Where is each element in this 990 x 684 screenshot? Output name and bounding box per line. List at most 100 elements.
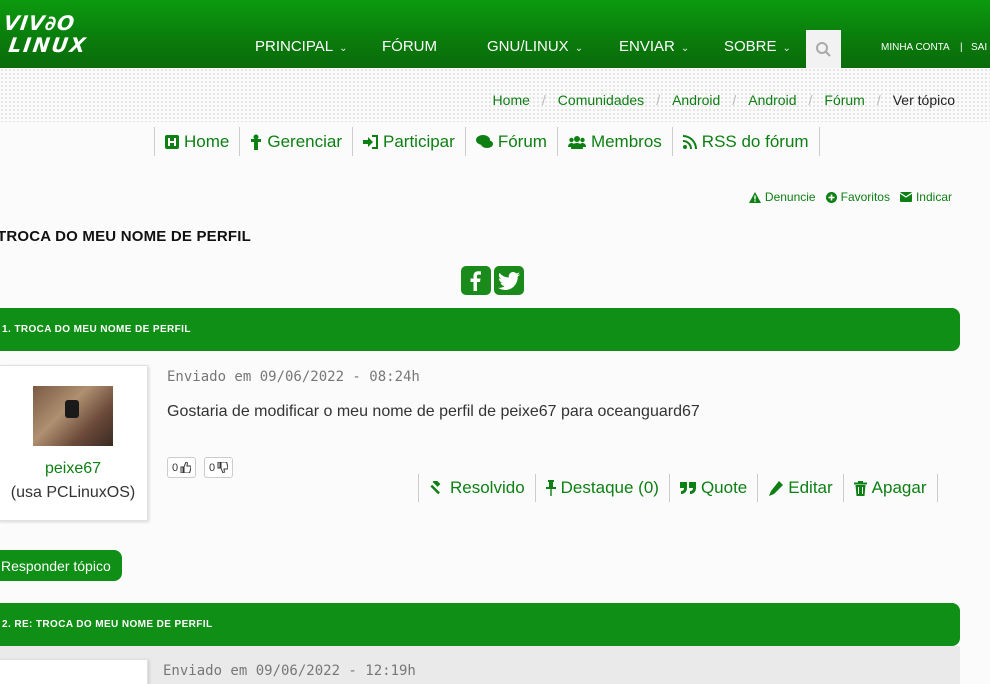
social-share (461, 266, 524, 295)
thumbs-up-icon (180, 462, 192, 473)
nav-principal-label: PRINCIPAL (255, 38, 334, 55)
community-menu: Home Gerenciar Participar Fórum Membros … (154, 127, 820, 156)
facebook-share-button[interactable] (461, 266, 491, 295)
community-menu-rss-label: RSS do fórum (701, 131, 809, 151)
pin-icon (545, 480, 556, 496)
chevron-down-icon: ⌄ (680, 43, 690, 54)
edit-label: Editar (788, 478, 833, 497)
twitter-icon (498, 271, 520, 290)
manage-icon (251, 134, 262, 150)
quote-label: Quote (700, 478, 748, 497)
users-icon (567, 135, 586, 149)
envelope-icon (899, 192, 912, 202)
search-icon (816, 42, 831, 57)
topic-actions: Denuncie Favoritos Indicar (748, 190, 952, 204)
delete-label: Apagar (871, 478, 927, 497)
nav-sobre[interactable]: SOBRE ⌄ (724, 38, 791, 55)
author-distro: (usa PCLinuxOS) (10, 484, 136, 501)
breadcrumb-android-category[interactable]: Android (672, 92, 720, 108)
comments-icon (475, 134, 493, 148)
top-navigation-bar: VIV∂O LINUX PRINCIPAL ⌄ FÓRUM GNU/LINUX ⌄ … (0, 0, 990, 68)
gavel-icon (430, 480, 441, 494)
community-menu-home-label: Home (184, 131, 230, 151)
svg-text:VIV∂O: VIV∂O (4, 11, 77, 35)
dislike-button[interactable]: 0 (204, 457, 234, 478)
twitter-share-button[interactable] (494, 266, 524, 295)
nav-sobre-label: SOBRE (724, 38, 777, 55)
breadcrumb-separator: / (732, 92, 737, 108)
breadcrumb-android-community[interactable]: Android (748, 92, 796, 108)
home-icon (165, 134, 179, 149)
solved-label: Resolvido (450, 478, 525, 497)
plus-circle-icon (825, 191, 837, 203)
breadcrumb-comunidades[interactable]: Comunidades (558, 92, 644, 108)
breadcrumb: Home / Comunidades / Android / Android /… (493, 92, 955, 108)
share-link[interactable]: Indicar (899, 190, 952, 204)
like-button[interactable]: 0 (167, 457, 197, 478)
nav-forum[interactable]: FÓRUM (382, 38, 437, 55)
post-body: Gostaria de modificar o meu nome de perf… (167, 403, 700, 420)
nav-forum-label: FÓRUM (382, 38, 437, 55)
post-header: 1. TROCA DO MEU NOME DE PERFIL (0, 308, 960, 351)
highlight-button[interactable]: Destaque (0) (534, 474, 669, 502)
top-separator: | (960, 42, 963, 53)
post-header: 2. RE: TROCA DO MEU NOME DE PERFIL (0, 603, 960, 646)
reply-topic-button[interactable]: Responder tópico (0, 550, 122, 581)
breadcrumb-separator: / (876, 92, 881, 108)
warning-icon (748, 191, 761, 203)
breadcrumb-home[interactable]: Home (493, 92, 530, 108)
author-card (0, 659, 148, 684)
chevron-down-icon: ⌄ (339, 43, 348, 54)
community-menu-participar-label: Participar (383, 131, 455, 151)
community-menu-participar[interactable]: Participar (352, 127, 465, 156)
rss-icon (682, 134, 697, 149)
edit-button[interactable]: Editar (757, 474, 842, 502)
author-name[interactable]: peixe67 (0, 460, 147, 478)
sign-in-icon (363, 134, 378, 149)
topic-title: TROCA DO MEU NOME DE PERFIL (0, 228, 252, 245)
post-actions: Resolvido Destaque (0) Quote Editar Apag… (418, 474, 938, 502)
community-menu-forum[interactable]: Fórum (464, 127, 557, 156)
report-link[interactable]: Denuncie (748, 190, 816, 204)
dislike-count: 0 (209, 461, 216, 474)
favorites-link[interactable]: Favoritos (825, 190, 890, 204)
trash-icon (853, 480, 867, 496)
breadcrumb-separator: / (541, 92, 546, 108)
avatar[interactable] (33, 386, 113, 446)
community-menu-rss[interactable]: RSS do fórum (671, 127, 820, 156)
quote-icon (679, 482, 696, 494)
nav-principal[interactable]: PRINCIPAL ⌄ (255, 38, 347, 55)
favorites-label: Favoritos (840, 190, 890, 204)
breadcrumb-separator: / (656, 92, 661, 108)
community-menu-membros-label: Membros (590, 131, 662, 151)
report-label: Denuncie (764, 190, 816, 204)
pencil-icon (769, 480, 784, 496)
logout-link[interactable]: SAI (971, 42, 987, 53)
community-menu-home[interactable]: Home (154, 127, 239, 156)
quote-button[interactable]: Quote (668, 474, 757, 502)
community-menu-membros[interactable]: Membros (556, 127, 672, 156)
post-date: Enviado em 09/06/2022 - 08:24h (167, 369, 420, 385)
breadcrumb-current: Ver tópico (892, 92, 955, 108)
nav-enviar[interactable]: ENVIAR ⌄ (619, 38, 689, 55)
community-menu-gerenciar[interactable]: Gerenciar (239, 127, 352, 156)
chevron-down-icon: ⌄ (574, 43, 584, 54)
thumbs-down-icon (217, 462, 229, 473)
nav-enviar-label: ENVIAR (619, 38, 675, 55)
vivaolinux-logo[interactable]: VIV∂O LINUX (4, 8, 96, 56)
nav-gnu-linux-label: GNU/LINUX (487, 38, 569, 55)
nav-gnu-linux[interactable]: GNU/LINUX ⌄ (487, 38, 583, 55)
delete-button[interactable]: Apagar (842, 474, 938, 502)
like-count: 0 (172, 461, 179, 474)
community-menu-gerenciar-label: Gerenciar (267, 131, 342, 151)
my-account-link[interactable]: MINHA CONTA (881, 42, 950, 53)
svg-text:LINUX: LINUX (7, 33, 89, 56)
highlight-label: Destaque (0) (560, 478, 659, 497)
search-button[interactable] (806, 30, 841, 68)
community-menu-forum-label: Fórum (497, 131, 547, 151)
solved-button[interactable]: Resolvido (418, 474, 535, 502)
post-date: Enviado em 09/06/2022 - 12:19h (163, 663, 416, 679)
author-card: peixe67 (usa PCLinuxOS) (0, 365, 148, 521)
breadcrumb-forum[interactable]: Fórum (824, 92, 864, 108)
facebook-icon (470, 270, 481, 291)
